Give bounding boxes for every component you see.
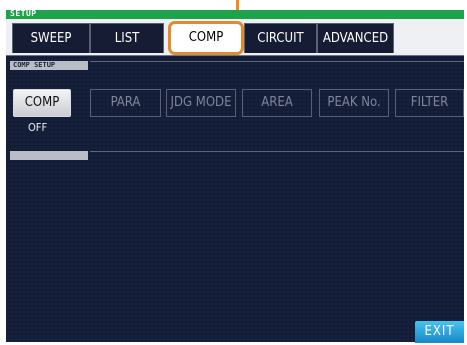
jdg-mode-button[interactable]: JDG MODE	[166, 89, 236, 117]
tab-sweep[interactable]: SWEEP	[12, 23, 90, 53]
exit-button[interactable]: EXIT	[415, 321, 464, 343]
para-button[interactable]: PARA	[90, 89, 161, 117]
tab-advanced[interactable]: ADVANCED	[317, 23, 394, 53]
filter-button[interactable]: FILTER	[395, 89, 464, 117]
tab-divider	[6, 55, 464, 56]
page-title: SETUP	[10, 9, 37, 18]
section-divider-2	[90, 151, 464, 152]
tab-circuit[interactable]: CIRCUIT	[244, 23, 317, 53]
section-label-blank	[10, 151, 88, 160]
tab-comp[interactable]: COMP	[168, 21, 244, 55]
area-button[interactable]: AREA	[242, 89, 312, 117]
section-label: COMP SETUP	[10, 61, 88, 70]
title-bar: SETUP	[6, 9, 464, 19]
setup-screen: SETUP SWEEP LIST COMP CIRCUIT ADVANCED C…	[6, 9, 464, 343]
section-divider	[90, 61, 464, 62]
tab-list[interactable]: LIST	[90, 23, 164, 53]
comp-button[interactable]: COMP	[13, 89, 71, 117]
comp-status-value: OFF	[28, 121, 48, 134]
peak-no-button[interactable]: PEAK No.	[319, 89, 389, 117]
